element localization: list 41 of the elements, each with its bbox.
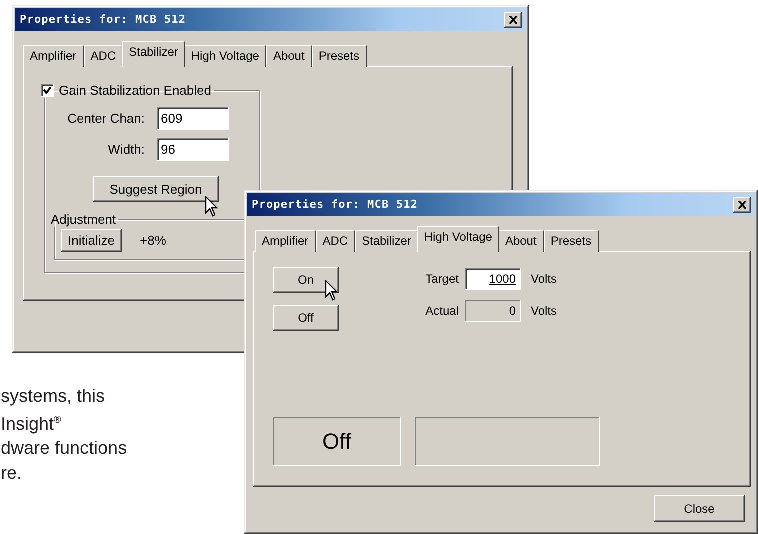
unit-label: Volts (531, 272, 558, 286)
tab[interactable]: High Voltage (417, 226, 500, 252)
tab[interactable]: Presets (312, 45, 366, 67)
checkbox-label: Gain Stabilization Enabled (59, 83, 212, 98)
field-label: Actual (424, 304, 460, 318)
cursor-icon (325, 280, 339, 302)
tab[interactable]: Stabilizer (355, 230, 418, 252)
power-button[interactable]: On (273, 267, 339, 293)
tab[interactable]: ADC (316, 230, 356, 252)
reading-text: +8% (140, 233, 166, 248)
initialize-button[interactable]: Initialize (61, 229, 122, 252)
tab[interactable]: ADC (84, 45, 124, 67)
tab[interactable]: Presets (544, 230, 598, 252)
input-field[interactable]: 609 (157, 107, 229, 130)
tab[interactable]: Stabilizer (122, 41, 186, 67)
tab[interactable]: Amplifier (23, 45, 84, 67)
power-button[interactable]: Off (273, 305, 339, 331)
readout-field: 0 (465, 300, 521, 322)
unit-label: Volts (531, 304, 558, 318)
field-label: Center Chan: (66, 111, 146, 126)
status-display: Off (273, 417, 401, 466)
tab[interactable]: Amplifier (255, 230, 316, 252)
close-dialog-button[interactable]: Close (654, 495, 745, 522)
suggest-region-button[interactable]: Suggest Region (93, 176, 219, 202)
window-title: Properties for: MCB 512 (252, 198, 418, 211)
tab[interactable]: About (266, 45, 312, 67)
tab[interactable]: High Voltage (184, 45, 266, 67)
input-field[interactable]: 1000 (465, 268, 521, 290)
field-label: Width: (107, 142, 146, 157)
close-icon (738, 200, 746, 208)
checkbox[interactable] (41, 84, 54, 97)
input-field[interactable]: 96 (157, 138, 229, 161)
cursor-icon (205, 196, 219, 218)
close-button[interactable] (733, 196, 751, 212)
close-button[interactable] (504, 12, 522, 28)
group-label: Adjustment (50, 212, 118, 227)
field-label: Target (424, 272, 460, 286)
close-icon (508, 16, 518, 24)
tab[interactable]: About (498, 230, 544, 252)
window-title: Properties for: MCB 512 (20, 13, 186, 26)
paragraph-text: systems, this Insight$^{®}$ dware functions re. (0, 385, 128, 484)
